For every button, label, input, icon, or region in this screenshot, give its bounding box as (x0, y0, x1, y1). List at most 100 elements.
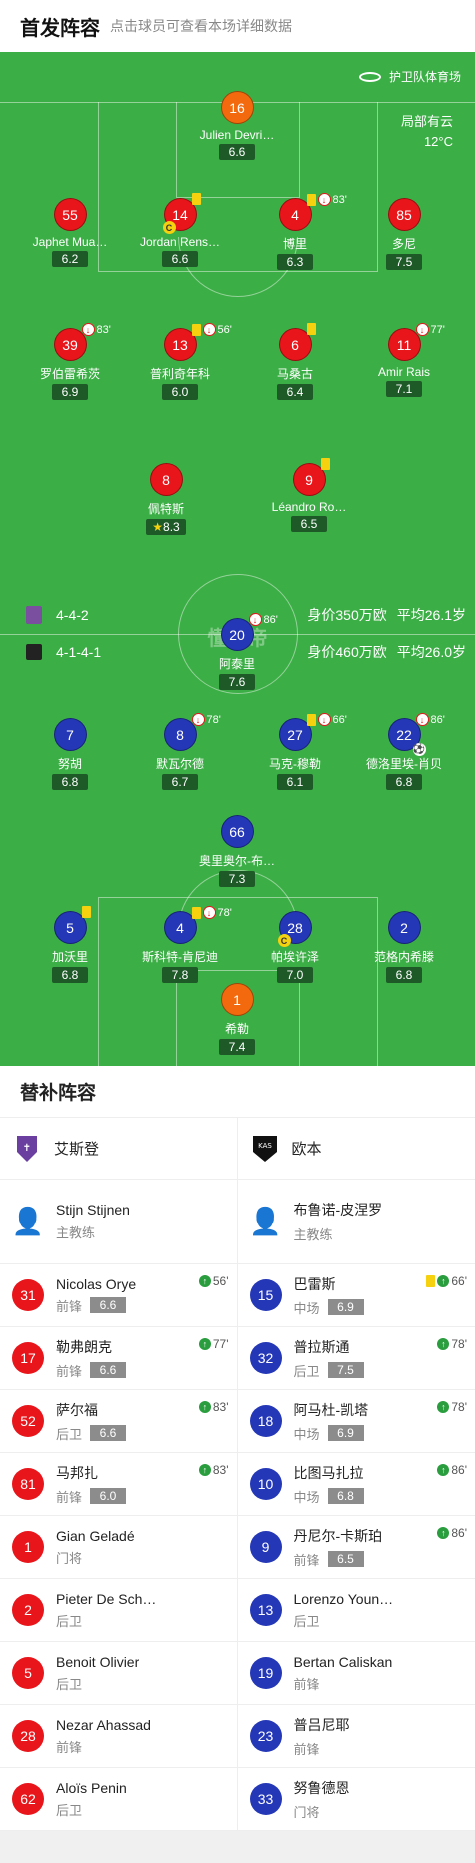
home-team-row[interactable]: ✝ 艾斯登 (0, 1118, 237, 1180)
sub-out-icon: ↓ (191, 713, 205, 726)
player-name: 默瓦尔德 (155, 757, 204, 771)
event-badges: ↓ 56' (191, 323, 232, 336)
sub-number-disc: 9 (249, 1531, 282, 1563)
player-name: 佩特斯 (147, 502, 184, 516)
player-name: 希勒 (224, 1022, 249, 1036)
sub-player-position: 前锋 (293, 1741, 320, 1757)
sub-player-row[interactable]: 9 丹尼尔-卡斯珀 前锋 6.5 ↑ 86' (237, 1516, 475, 1579)
player-number: 14 (172, 206, 188, 223)
player-card[interactable]: 22 ↓ 86' ⚽ 德洛里埃-肖贝 6.8 (339, 713, 469, 791)
player-card[interactable]: 85 多尼 7.5 (339, 198, 469, 271)
player-number: 1 (233, 991, 241, 1008)
sub-player-row[interactable]: 5 Benoit Olivier 后卫 (0, 1642, 237, 1705)
sub-player-row[interactable]: 62 Aloïs Penin 后卫 (0, 1768, 237, 1831)
player-rating: 6.6 (219, 144, 255, 160)
player-rating-value: 6.6 (228, 145, 246, 159)
sub-in-minute: 77' (212, 1337, 229, 1351)
sub-in-icon: ↑ (437, 1401, 450, 1413)
page-title: 首发阵容 (20, 17, 100, 40)
player-card[interactable]: 16 Julien Devri… 6.6 (172, 91, 302, 161)
sub-player-rating: 6.5 (327, 1551, 364, 1567)
sub-in-badge: ↑ 78' (437, 1400, 467, 1414)
away-team-logo-icon: KAS (250, 1134, 280, 1164)
sub-in-badge: ↑ 86' (437, 1463, 467, 1477)
sub-number-disc: 2 (12, 1594, 44, 1626)
sub-player-rating: 6.6 (90, 1425, 127, 1441)
player-rating-value: 6.6 (171, 252, 189, 266)
player-rating: 6.7 (162, 774, 198, 790)
sub-in-minute: 56' (212, 1274, 229, 1288)
player-card[interactable]: 8 佩特斯 ★8.3 (101, 463, 231, 536)
sub-player-position: 后卫 (56, 1613, 83, 1629)
player-rating-value: 7.4 (228, 1040, 246, 1054)
player-number: 66 (229, 823, 245, 840)
sub-in-badge: ↑ 77' (198, 1337, 229, 1351)
sub-player-row[interactable]: 17 勒弗朗克 前锋 6.6 ↑ 77' (0, 1327, 237, 1390)
player-card[interactable]: 4 ↓ 78' 斯科特-肯尼迪 7.8 (115, 906, 245, 984)
sub-in-minute: 86' (451, 1526, 467, 1540)
player-number-disc: 2 (387, 911, 421, 944)
sub-player-position: 后卫 (293, 1363, 320, 1379)
sub-player-row[interactable]: 32 普拉斯通 后卫 7.5 ↑ 78' (237, 1327, 475, 1390)
sub-player-name: Nicolas Orye (56, 1275, 137, 1292)
sub-player-row[interactable]: 10 比图马扎拉 中场 6.8 ↑ 86' (237, 1453, 475, 1516)
player-card[interactable]: 66 奥里奥尔-布… 7.3 (172, 815, 302, 888)
away-coach-row[interactable]: 👤 布鲁诺-皮涅罗 主教练 (237, 1180, 475, 1264)
player-rating: 7.3 (219, 871, 255, 887)
sub-player-name: 努鲁德恩 (293, 1779, 350, 1796)
player-card[interactable]: 14 C Jordan Rens… 6.6 (115, 193, 245, 268)
sub-player-name: 萨尔福 (56, 1401, 98, 1418)
sub-player-row[interactable]: 28 Nezar Ahassad 前锋 (0, 1705, 237, 1768)
sub-in-icon: ↑ (437, 1338, 450, 1350)
sub-in-icon: ↑ (198, 1275, 211, 1287)
player-number: 8 (176, 726, 184, 743)
player-number-disc: 22 ↓ 86' ⚽ (387, 713, 445, 756)
sub-player-row[interactable]: 23 普吕尼耶 前锋 (237, 1705, 475, 1768)
sub-player-row[interactable]: 2 Pieter De Sch… 后卫 (0, 1579, 237, 1642)
sub-player-row[interactable]: 1 Gian Geladé 门将 (0, 1516, 237, 1579)
sub-player-rating: 6.6 (90, 1362, 127, 1378)
event-badges: ↓ 83' (81, 323, 111, 336)
player-card[interactable]: 1 希勒 7.4 (172, 983, 302, 1056)
away-subs-column: KAS 欧本 👤 布鲁诺-皮涅罗 主教练 15 巴雷斯 中场 6.9 ↑ 66' 32 普拉斯… (237, 1118, 475, 1831)
home-coach-row[interactable]: 👤 Stijn Stijnen 主教练 (0, 1180, 237, 1264)
sub-in-icon: ↑ (437, 1275, 450, 1287)
player-number-disc: 6 (278, 323, 316, 361)
sub-player-row[interactable]: 15 巴雷斯 中场 6.9 ↑ 66' (237, 1264, 475, 1327)
player-card[interactable]: 2 范格内希滕 6.8 (339, 911, 469, 984)
player-card[interactable]: 9 Léandro Ro… 6.5 (244, 458, 374, 533)
coach-avatar-placeholder: 👤 (249, 1206, 282, 1236)
player-number-disc: 55 (53, 198, 87, 231)
away-age: 平均26.0岁 (396, 644, 466, 660)
player-card[interactable]: 8 ↓ 78' 默瓦尔德 6.7 (115, 713, 245, 791)
sub-player-row[interactable]: 13 Lorenzo Youn… 后卫 (237, 1579, 475, 1642)
home-crest-icon (26, 606, 42, 624)
weather-temp: 12°C (423, 134, 453, 149)
player-card[interactable]: 20 ↓ 86' 阿泰里 7.6 (172, 613, 302, 691)
player-rating: 7.5 (386, 254, 422, 270)
player-card[interactable]: 13 ↓ 56' 普利奇年科 6.0 (115, 323, 245, 401)
sub-player-row[interactable]: 81 马邦扎 前锋 6.0 ↑ 83' (0, 1453, 237, 1516)
sub-out-icon: ↓ (317, 193, 331, 206)
sub-in-badge: ↑ 78' (437, 1337, 467, 1351)
player-rating: 6.5 (291, 516, 327, 532)
player-card[interactable]: 11 ↓ 77' Amir Rais 7.1 (339, 323, 469, 398)
sub-in-minute: 66' (451, 1274, 467, 1288)
player-number: 8 (162, 471, 170, 488)
sub-player-row[interactable]: 18 阿马杜-凯塔 中场 6.9 ↑ 78' (237, 1390, 475, 1453)
player-number-disc: 4 ↓ 78' (163, 906, 232, 944)
home-formation: 4-4-2 (56, 607, 89, 623)
home-age: 平均26.1岁 (396, 607, 466, 623)
sub-player-row[interactable]: 31 Nicolas Orye 前锋 6.6 ↑ 56' (0, 1264, 237, 1327)
player-rating: 6.3 (277, 254, 313, 270)
sub-player-row[interactable]: 33 努鲁德恩 门将 (237, 1768, 475, 1831)
sub-player-row[interactable]: 19 Bertan Caliskan 前锋 (237, 1642, 475, 1705)
event-badges (320, 458, 332, 470)
sub-player-name: Bertan Caliskan (293, 1653, 393, 1670)
yellow-card-icon (306, 193, 316, 206)
player-number: 6 (291, 336, 299, 353)
away-team-row[interactable]: KAS 欧本 (237, 1118, 475, 1180)
event-badges (306, 323, 318, 335)
sub-player-position: 中场 (293, 1489, 320, 1505)
sub-player-row[interactable]: 52 萨尔福 后卫 6.6 ↑ 83' (0, 1390, 237, 1453)
